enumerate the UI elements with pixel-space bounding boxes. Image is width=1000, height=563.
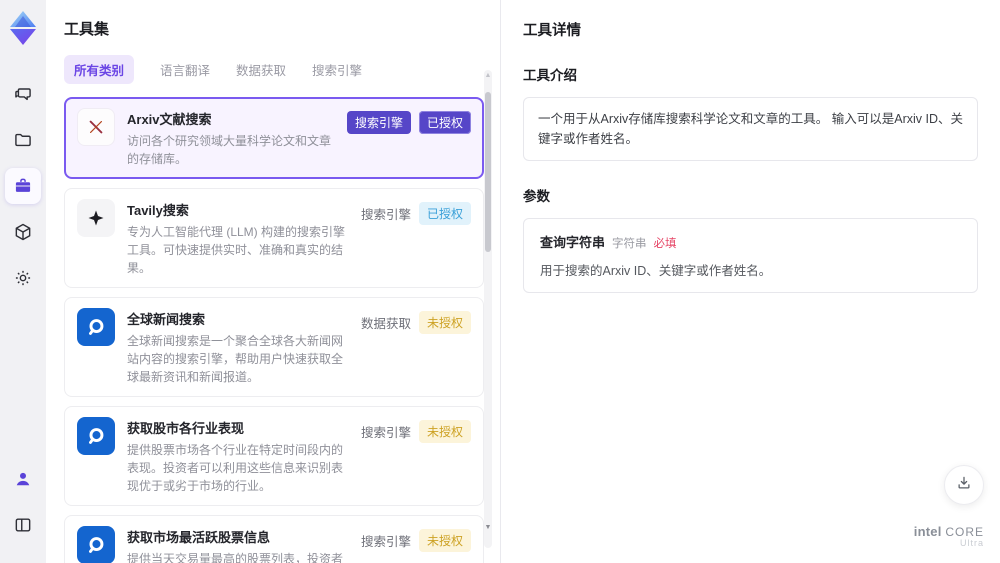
parameter-card: 查询字符串 字符串 必填 用于搜索的Arxiv ID、关键字或作者姓名。 <box>523 218 978 293</box>
news-q-icon <box>77 308 115 346</box>
sidebar-item-settings[interactable] <box>5 260 41 296</box>
auth-status-badge: 已授权 <box>418 111 471 134</box>
tab-language-translation[interactable]: 语言翻译 <box>160 55 210 84</box>
tool-name: 获取市场最活跃股票信息 <box>127 530 271 545</box>
tab-data-acquisition[interactable]: 数据获取 <box>236 55 286 84</box>
news-q-icon <box>77 526 115 563</box>
tool-name: 全球新闻搜索 <box>127 312 206 327</box>
app-window: 工具集 所有类别 语言翻译 数据获取 搜索引擎 Arxiv文献搜索 访问各个研究… <box>0 0 1000 563</box>
auth-status-badge: 未授权 <box>418 529 471 552</box>
tool-name: Arxiv文献搜索 <box>127 112 212 127</box>
tool-description: 提供股票市场各个行业在特定时间段内的表现。投资者可以利用这些信息来识别表现优于或… <box>127 443 344 493</box>
tool-card-arxiv[interactable]: Arxiv文献搜索 访问各个研究领域大量科学论文和文章的存储库。 搜索引擎 已授… <box>64 97 484 179</box>
user-icon <box>13 469 33 489</box>
tavily-star-icon <box>77 199 115 237</box>
tool-description: 全球新闻搜索是一个聚合全球各大新闻网站内容的搜索引擎，帮助用户快速获取全球最新资… <box>127 334 344 384</box>
auth-status-badge: 未授权 <box>418 311 471 334</box>
param-type: 字符串 <box>612 238 647 250</box>
param-description: 用于搜索的Arxiv ID、关键字或作者姓名。 <box>540 264 772 278</box>
tool-detail-panel: 工具详情 工具介绍 一个用于从Arxiv存储库搜索科学论文和文章的工具。 输入可… <box>500 0 1000 563</box>
download-icon <box>955 474 973 497</box>
sidebar-item-panel-toggle[interactable] <box>5 507 41 543</box>
list-scrollbar[interactable]: ▲ ▼ <box>484 70 492 548</box>
tool-card-sector-performance[interactable]: 获取股市各行业表现 提供股票市场各个行业在特定时间段内的表现。投资者可以利用这些… <box>64 406 484 506</box>
scrollbar-thumb[interactable] <box>485 92 491 252</box>
chat-bubbles-icon <box>13 84 33 104</box>
category-label: 数据获取 <box>360 317 411 331</box>
param-name: 查询字符串 <box>540 235 606 250</box>
tab-search-engine[interactable]: 搜索引擎 <box>312 55 362 84</box>
cube-icon <box>13 222 33 242</box>
sidebar-item-chat[interactable] <box>5 76 41 112</box>
tool-description: 专为人工智能代理 (LLM) 构建的搜索引擎工具。可快速提供实时、准确和真实的结… <box>127 225 346 275</box>
folder-icon <box>13 130 33 150</box>
params-section-title: 参数 <box>523 189 550 204</box>
tool-description: 访问各个研究领域大量科学论文和文章的存储库。 <box>127 134 332 166</box>
auth-status-badge: 未授权 <box>418 420 471 443</box>
tool-card-most-active-stocks[interactable]: 获取市场最活跃股票信息 提供当天交易量最高的股票列表，投资者可以利用这些信息来识… <box>64 515 484 563</box>
arxiv-logo-icon <box>77 108 115 146</box>
scroll-down-icon[interactable]: ▼ <box>484 524 492 532</box>
detail-title: 工具详情 <box>523 23 581 39</box>
tool-card-global-news[interactable]: 全球新闻搜索 全球新闻搜索是一个聚合全球各大新闻网站内容的搜索引擎，帮助用户快速… <box>64 297 484 397</box>
tool-card-tavily[interactable]: Tavily搜索 专为人工智能代理 (LLM) 构建的搜索引擎工具。可快速提供实… <box>64 188 484 288</box>
auth-status-badge: 已授权 <box>418 202 471 225</box>
layout-panel-icon <box>13 515 33 535</box>
core-wordmark: core <box>945 524 984 539</box>
category-label: 搜索引擎 <box>360 426 411 440</box>
intro-section-title: 工具介绍 <box>523 68 577 83</box>
category-badge: 搜索引擎 <box>346 111 411 134</box>
sidebar-item-models[interactable] <box>5 214 41 250</box>
sidebar-item-profile[interactable] <box>5 461 41 497</box>
briefcase-icon <box>13 176 33 196</box>
intel-core-logo: intel core Ultra <box>913 523 984 549</box>
category-label: 搜索引擎 <box>360 208 411 222</box>
scroll-up-icon[interactable]: ▲ <box>484 72 492 80</box>
news-q-icon <box>77 417 115 455</box>
tool-description: 提供当天交易量最高的股票列表，投资者可以利用这些信息来识别流动性强的股票和潜在的… <box>127 552 344 563</box>
tab-all-categories[interactable]: 所有类别 <box>64 55 135 84</box>
category-tabs: 所有类别 语言翻译 数据获取 搜索引擎 <box>64 55 500 84</box>
sidebar <box>0 0 46 563</box>
param-required-flag: 必填 <box>653 238 677 250</box>
intel-wordmark: intel <box>913 523 942 539</box>
page-title: 工具集 <box>64 21 110 38</box>
tool-name: 获取股市各行业表现 <box>127 421 245 436</box>
tool-intro-text: 一个用于从Arxiv存储库搜索科学论文和文章的工具。 输入可以是Arxiv ID… <box>523 97 978 161</box>
gear-icon <box>13 268 33 288</box>
core-sub-label: Ultra <box>959 538 984 549</box>
tool-list: Arxiv文献搜索 访问各个研究领域大量科学论文和文章的存储库。 搜索引擎 已授… <box>64 97 484 563</box>
download-button[interactable] <box>944 465 984 505</box>
sidebar-item-tools[interactable] <box>5 168 41 204</box>
tool-name: Tavily搜索 <box>127 203 189 218</box>
category-label: 搜索引擎 <box>360 535 411 549</box>
sidebar-item-files[interactable] <box>5 122 41 158</box>
tool-list-panel: 工具集 所有类别 语言翻译 数据获取 搜索引擎 Arxiv文献搜索 访问各个研究… <box>46 0 500 563</box>
app-logo-icon[interactable] <box>5 8 41 48</box>
